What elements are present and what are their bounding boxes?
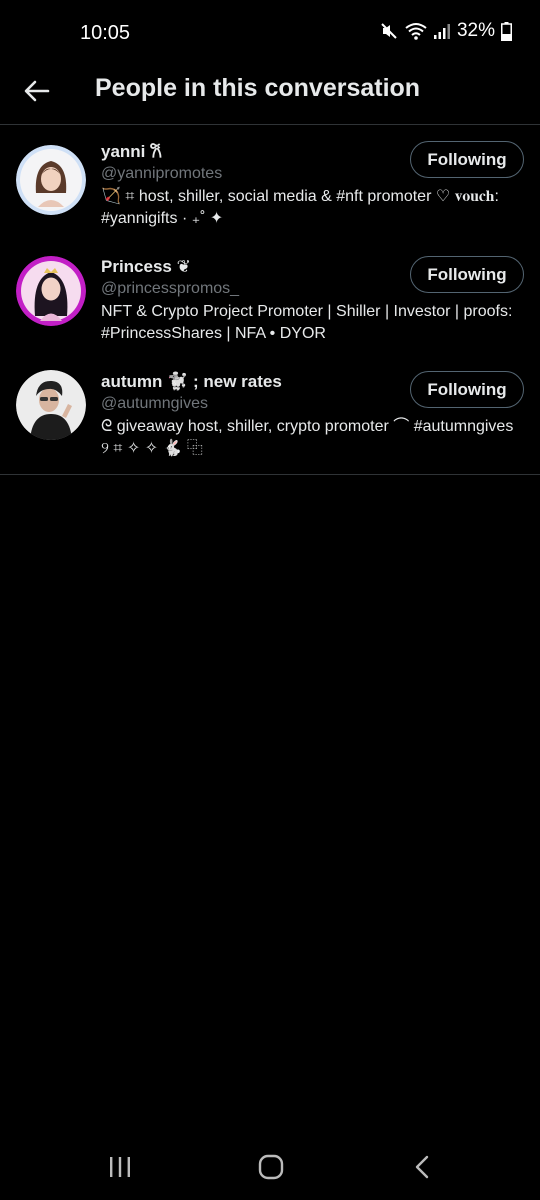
avatar[interactable] [16, 370, 86, 440]
following-button[interactable]: Following [410, 256, 524, 293]
user-bio: 🏹 ⌗ host, shiller, social media & #nft p… [101, 188, 499, 227]
following-button[interactable]: Following [410, 141, 524, 178]
wifi-icon [405, 22, 427, 40]
screen: 10:05 32% People in this conversation ya… [0, 0, 540, 1200]
avatar[interactable] [16, 256, 86, 326]
status-icons: 32% [379, 20, 512, 42]
person-row-yanni[interactable]: yanni 𐙚 @yannipromotes 🏹 ⌗ host, shiller… [0, 125, 540, 246]
back-button[interactable] [20, 74, 54, 108]
recent-apps-icon [110, 1157, 130, 1177]
arrow-left-icon [24, 80, 50, 102]
battery-icon [501, 21, 512, 41]
page-title: People in this conversation [95, 74, 421, 102]
person-row-autumn[interactable]: autumn 🐩 ; new rates @autumngives ᘓ give… [0, 361, 540, 474]
system-back-button[interactable] [402, 1152, 442, 1182]
avatar[interactable] [16, 145, 86, 215]
signal-icon [433, 22, 451, 40]
status-bar: 10:05 32% [0, 0, 540, 66]
person-row-princess[interactable]: Princess ❦ @princesspromos_ NFT & Crypto… [0, 246, 540, 361]
status-time: 10:05 [80, 22, 131, 44]
mute-icon [379, 21, 399, 41]
home-button[interactable] [251, 1152, 291, 1182]
battery-text: 32% [456, 20, 495, 41]
user-bio: ᘓ giveaway host, shiller, crypto promote… [101, 418, 514, 457]
header: People in this conversation [0, 66, 540, 125]
recent-apps-button[interactable] [100, 1152, 140, 1182]
people-list: yanni 𐙚 @yannipromotes 🏹 ⌗ host, shiller… [0, 125, 540, 475]
system-nav-bar [0, 1134, 540, 1200]
back-icon [415, 1155, 429, 1179]
home-icon [258, 1154, 284, 1180]
following-button[interactable]: Following [410, 371, 524, 408]
user-bio: NFT & Crypto Project Promoter | Shiller … [101, 303, 513, 342]
